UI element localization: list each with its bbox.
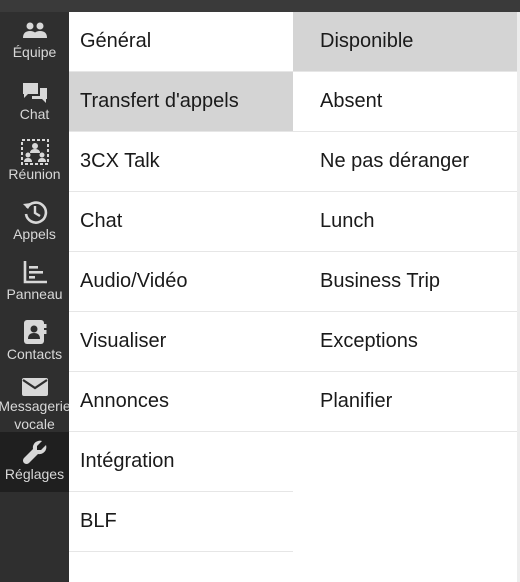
status-item-lunch[interactable]: Lunch	[293, 192, 517, 252]
nav-label-meeting: Réunion	[8, 166, 61, 182]
envelope-icon	[21, 378, 48, 396]
status-item-do-not-disturb[interactable]: Ne pas déranger	[293, 132, 517, 192]
menu-item-3cx-talk[interactable]: 3CX Talk	[69, 132, 293, 192]
wrench-icon	[22, 440, 46, 465]
menu-item-call-forwarding[interactable]: Transfert d'appels	[69, 72, 293, 132]
nav-label-team: Équipe	[12, 44, 57, 60]
left-navigation: Équipe Chat Réunion Appels Panneau Conta…	[0, 12, 71, 582]
nav-item-panel[interactable]: Panneau	[0, 252, 69, 312]
meeting-icon	[20, 139, 49, 165]
nav-label-panel: Panneau	[6, 286, 63, 302]
nav-label-contacts: Contacts	[6, 346, 63, 362]
status-item-schedule[interactable]: Planifier	[293, 372, 517, 432]
status-item-business-trip[interactable]: Business Trip	[293, 252, 517, 312]
nav-item-chat[interactable]: Chat	[0, 72, 69, 132]
nav-item-calls[interactable]: Appels	[0, 192, 69, 252]
status-item-available[interactable]: Disponible	[293, 12, 517, 72]
nav-label-settings: Réglages	[4, 466, 65, 482]
menu-item-general[interactable]: Général	[69, 12, 293, 72]
status-item-away[interactable]: Absent	[293, 72, 517, 132]
menu-item-view[interactable]: Visualiser	[69, 312, 293, 372]
nav-label-calls: Appels	[13, 226, 56, 242]
settings-menu: Général Transfert d'appels 3CX Talk Chat…	[69, 12, 294, 582]
contact-card-icon	[23, 320, 46, 344]
nav-label-chat: Chat	[19, 106, 50, 122]
top-bar	[0, 0, 520, 12]
menu-item-announcements[interactable]: Annonces	[69, 372, 293, 432]
users-icon	[22, 22, 47, 38]
nav-item-team[interactable]: Équipe	[0, 12, 69, 72]
menu-item-blf[interactable]: BLF	[69, 492, 293, 552]
menu-item-chat[interactable]: Chat	[69, 192, 293, 252]
nav-label-voicemail: Messagerie vocale	[0, 398, 71, 432]
history-icon	[22, 201, 47, 224]
status-item-exceptions[interactable]: Exceptions	[293, 312, 517, 372]
nav-item-meeting[interactable]: Réunion	[0, 132, 69, 192]
nav-item-contacts[interactable]: Contacts	[0, 312, 69, 372]
menu-item-integration[interactable]: Intégration	[69, 432, 293, 492]
panel-chart-icon	[23, 261, 47, 284]
menu-item-audio-video[interactable]: Audio/Vidéo	[69, 252, 293, 312]
nav-item-settings[interactable]: Réglages	[0, 432, 69, 492]
status-menu: Disponible Absent Ne pas déranger Lunch …	[293, 12, 517, 582]
chat-bubbles-icon	[22, 83, 47, 103]
